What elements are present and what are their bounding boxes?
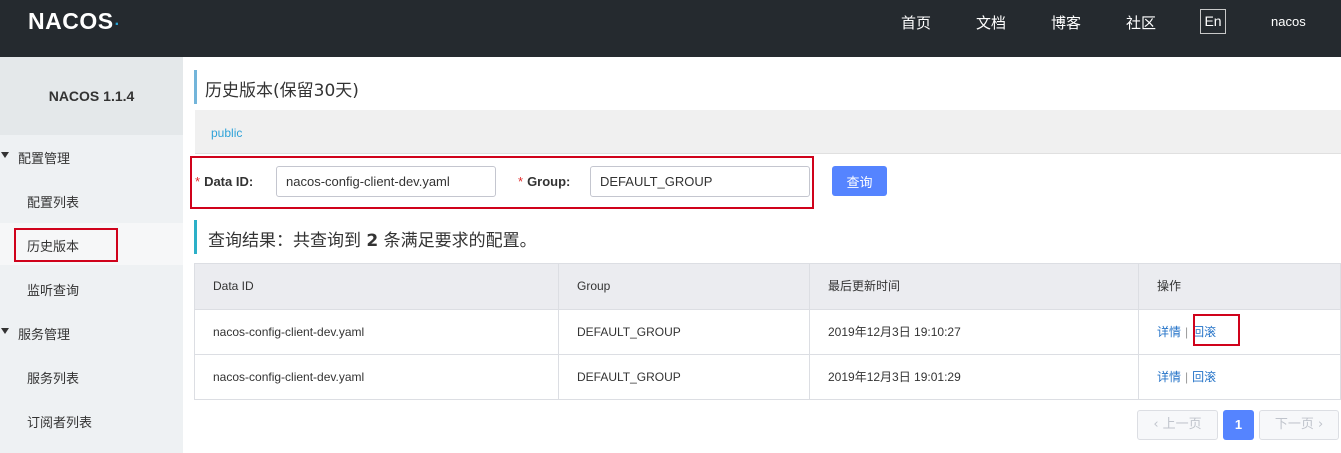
table-header: Data ID Group 最后更新时间 操作 [195,264,1340,309]
row-data-id: nacos-config-client-dev.yaml [213,370,365,384]
logo-text: NACOS [28,7,114,34]
page-title: 历史版本(保留30天) [205,81,359,101]
detail-link[interactable]: 详情 [1157,370,1181,384]
sidebar-group-label: 服务管理 [18,328,71,343]
column-header-group: Group [577,279,611,293]
rollback-link[interactable]: 回滚 [1192,370,1216,384]
result-summary: 查询结果：共查询到 2 条满足要求的配置。 [208,226,537,251]
sidebar: NACOS 1.1.4 配置管理 配置列表 历史版本 监听查询 服务管理 服务列… [0,57,183,453]
result-count: 2 [366,231,379,251]
result-prefix: 查询结果：共查询到 [208,231,361,251]
prev-page-label: 上一页 [1162,417,1202,432]
logo-dot: . [114,12,120,29]
caret-down-icon [1,152,9,158]
column-header-data-id: Data ID [213,279,254,293]
action-separator: | [1185,370,1189,384]
group-input[interactable] [590,166,810,197]
action-separator: | [1185,325,1189,339]
required-mark: * [195,174,201,189]
rollback-link[interactable]: 回滚 [1192,325,1216,339]
result-suffix: 条满足要求的配置。 [383,231,537,251]
column-divider [1138,264,1139,399]
row-updated-time: 2019年12月3日 19:01:29 [828,370,961,384]
namespace-public-link[interactable]: public [211,126,242,140]
query-button[interactable]: 查询 [832,166,887,196]
row-updated-time: 2019年12月3日 19:10:27 [828,325,961,339]
sidebar-group-service[interactable]: 服务管理 [0,321,183,345]
caret-down-icon [1,328,9,334]
sidebar-item-subscriber-list[interactable]: 订阅者列表 [0,399,183,441]
chevron-right-icon: › [1317,417,1324,432]
row-data-id: nacos-config-client-dev.yaml [213,325,365,339]
nav-home[interactable]: 首页 [901,12,931,33]
data-id-input[interactable] [276,166,496,197]
required-mark: * [518,174,524,189]
sidebar-item-label: 服务列表 [27,372,80,387]
data-id-label: * Data ID: [195,174,253,189]
row-actions: 详情 | 回滚 [1157,310,1216,355]
user-name[interactable]: nacos [1271,14,1306,29]
sidebar-item-label: 订阅者列表 [27,416,93,431]
data-id-label-text: Data ID: [204,174,254,189]
nav-docs[interactable]: 文档 [976,12,1006,33]
column-header-updated-time: 最后更新时间 [828,279,901,293]
namespace-bar [195,110,1341,154]
sidebar-version-title: NACOS 1.1.4 [0,57,183,135]
row-group: DEFAULT_GROUP [577,325,681,339]
group-label-text: Group: [527,174,571,189]
table-row: nacos-config-client-dev.yaml DEFAULT_GRO… [195,354,1340,399]
nav-community[interactable]: 社区 [1126,12,1156,33]
row-actions: 详情 | 回滚 [1157,355,1216,400]
sidebar-item-label: 配置列表 [27,196,80,211]
sidebar-group-label: 配置管理 [18,152,71,167]
column-divider [558,264,559,399]
group-label: * Group: [518,174,570,189]
next-page-button[interactable]: 下一页 › [1259,410,1339,440]
sidebar-group-config[interactable]: 配置管理 [0,145,183,169]
sidebar-item-service-list[interactable]: 服务列表 [0,355,183,397]
column-divider [809,264,810,399]
next-page-label: 下一页 [1274,417,1314,432]
page-title-bar [194,70,197,104]
prev-page-button[interactable]: ‹ 上一页 [1137,410,1218,440]
nacos-logo[interactable]: NACOS . [28,8,120,34]
sidebar-item-history[interactable]: 历史版本 [0,223,183,265]
nav-blog[interactable]: 博客 [1051,12,1081,33]
history-table: Data ID Group 最后更新时间 操作 nacos-config-cli… [194,263,1341,400]
sidebar-item-listener-query[interactable]: 监听查询 [0,267,183,309]
result-title-bar [194,220,197,254]
language-toggle-button[interactable]: En [1200,9,1226,34]
table-row: nacos-config-client-dev.yaml DEFAULT_GRO… [195,309,1340,354]
page-number-current[interactable]: 1 [1223,410,1254,440]
column-header-actions: 操作 [1157,279,1182,293]
sidebar-item-config-list[interactable]: 配置列表 [0,179,183,221]
detail-link[interactable]: 详情 [1157,325,1181,339]
top-navbar: NACOS . 首页 文档 博客 社区 En nacos [0,0,1341,57]
sidebar-item-label: 监听查询 [27,284,80,299]
sidebar-item-label: 历史版本 [27,240,80,255]
row-group: DEFAULT_GROUP [577,370,681,384]
chevron-left-icon: ‹ [1153,417,1159,432]
